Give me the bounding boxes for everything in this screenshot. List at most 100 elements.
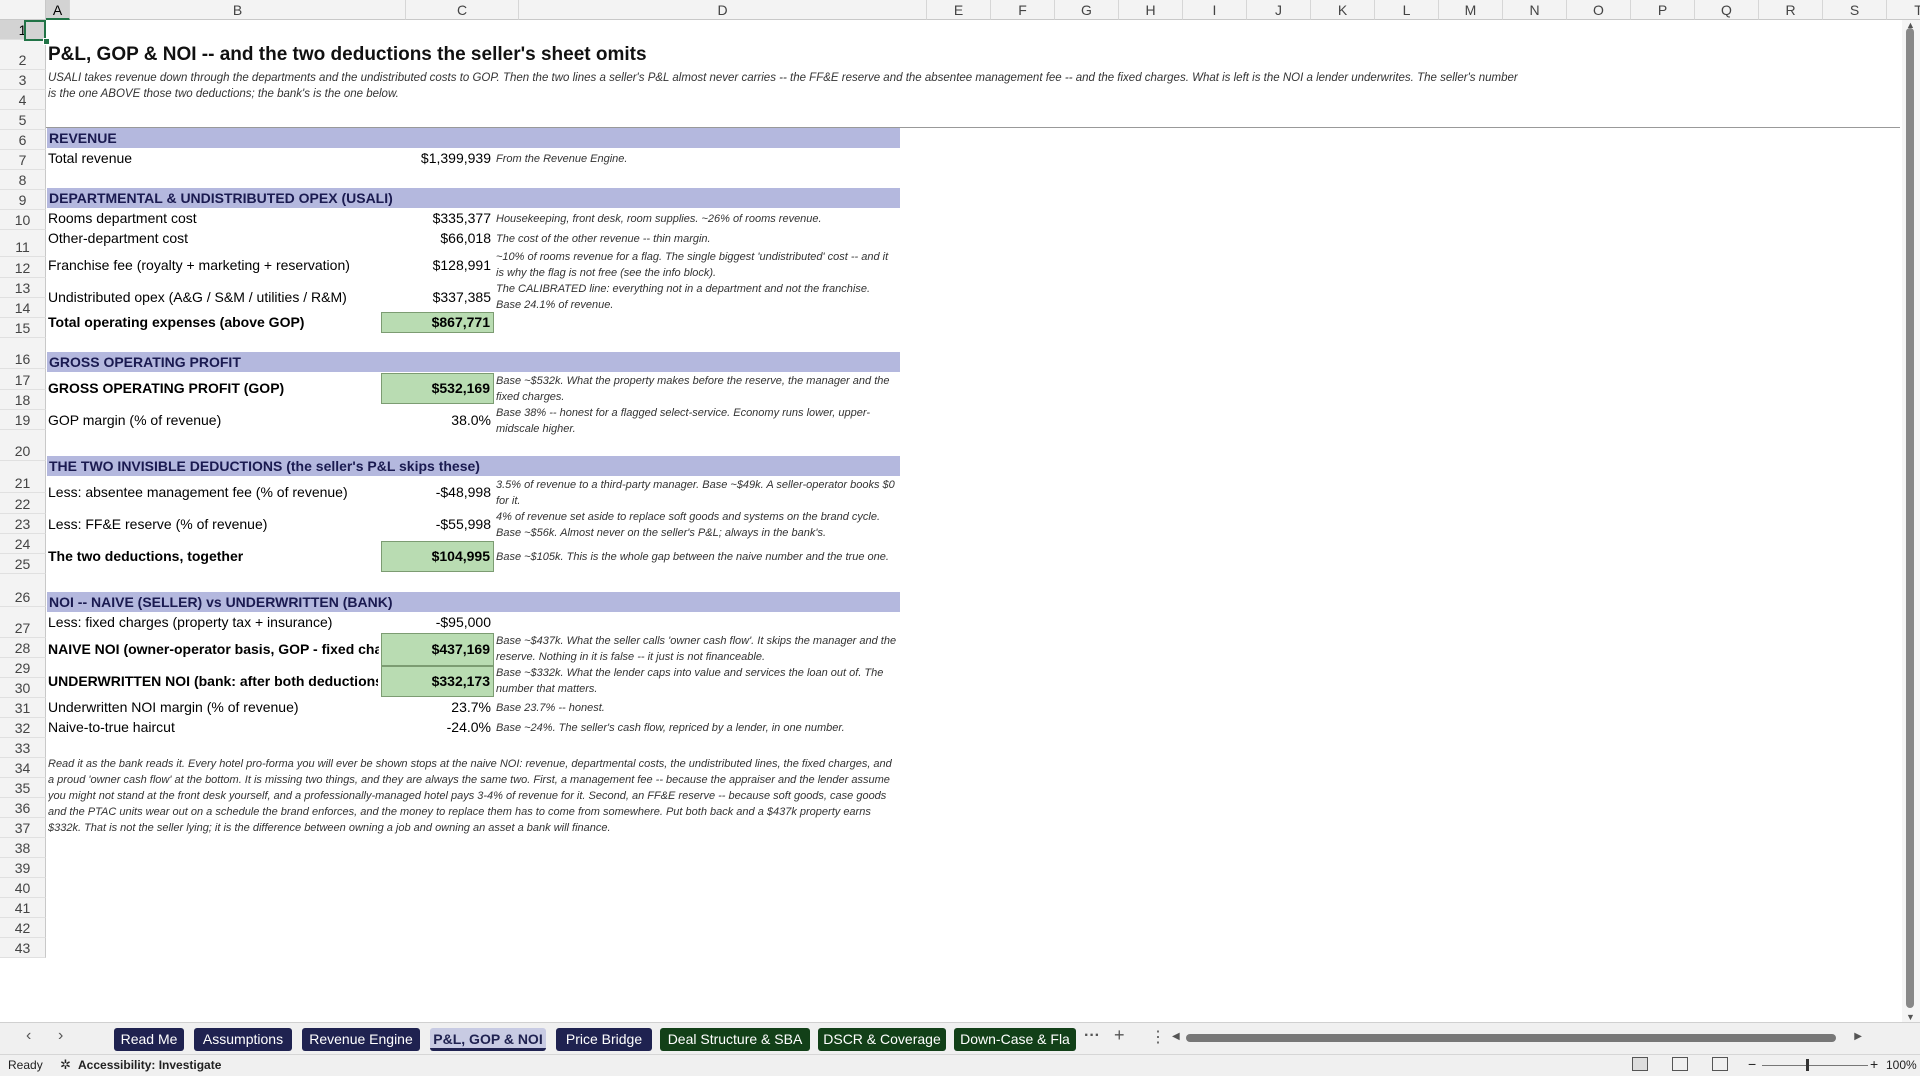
vertical-scrollbar[interactable]: ▲ ▼ — [1902, 20, 1920, 1022]
value-two-deductions[interactable]: $104,995 — [381, 541, 494, 572]
row-header-14[interactable]: 14 — [0, 298, 46, 318]
row-header-28[interactable]: 28 — [0, 638, 46, 658]
row-header-24[interactable]: 24 — [0, 534, 46, 554]
label-two-deductions[interactable]: The two deductions, together — [48, 547, 378, 567]
label-undistributed-opex[interactable]: Undistributed opex (A&G / S&M / utilitie… — [48, 288, 378, 308]
value-haircut[interactable]: -24.0% — [381, 718, 494, 738]
scroll-down-icon[interactable]: ▼ — [1906, 1012, 1915, 1022]
accessibility-status[interactable]: Accessibility: Investigate — [78, 1058, 221, 1072]
row-header-12[interactable]: 12 — [0, 257, 46, 278]
row-header-30[interactable]: 30 — [0, 678, 46, 698]
scroll-left-icon[interactable]: ◀ — [1172, 1031, 1180, 1042]
label-naive-noi[interactable]: NAIVE NOI (owner-operator basis, GOP - f… — [48, 640, 379, 660]
horizontal-scroll-thumb[interactable] — [1186, 1034, 1836, 1042]
page-layout-view-icon[interactable] — [1672, 1057, 1688, 1071]
row-header-42[interactable]: 42 — [0, 918, 46, 938]
column-header-h[interactable]: H — [1119, 0, 1183, 20]
tab-deal-structure-sba[interactable]: Deal Structure & SBA — [660, 1028, 810, 1051]
column-header-o[interactable]: O — [1567, 0, 1631, 20]
row-header-35[interactable]: 35 — [0, 778, 46, 798]
row-header-7[interactable]: 7 — [0, 150, 46, 170]
row-header-6[interactable]: 6 — [0, 130, 46, 150]
label-management-fee[interactable]: Less: absentee management fee (% of reve… — [48, 483, 378, 503]
horizontal-scrollbar[interactable]: ◀ ▶ — [1172, 1031, 1862, 1045]
row-header-31[interactable]: 31 — [0, 698, 46, 718]
column-header-j[interactable]: J — [1247, 0, 1311, 20]
row-header-39[interactable]: 39 — [0, 858, 46, 878]
row-header-19[interactable]: 19 — [0, 410, 46, 430]
row-header-3[interactable]: 3 — [0, 70, 46, 90]
tab-dscr-coverage[interactable]: DSCR & Coverage — [818, 1028, 946, 1051]
row-header-16[interactable]: 16 — [0, 338, 46, 369]
value-total-revenue[interactable]: $1,399,939 — [381, 149, 494, 169]
row-header-13[interactable]: 13 — [0, 278, 46, 298]
page-break-view-icon[interactable] — [1712, 1057, 1728, 1071]
row-header-40[interactable]: 40 — [0, 878, 46, 898]
tab-options-icon[interactable]: ⋮ — [1150, 1027, 1166, 1047]
label-rooms-dept-cost[interactable]: Rooms department cost — [48, 209, 378, 229]
row-header-20[interactable]: 20 — [0, 430, 46, 461]
row-header-37[interactable]: 37 — [0, 818, 46, 838]
row-header-9[interactable]: 9 — [0, 190, 46, 210]
row-header-21[interactable]: 21 — [0, 461, 46, 493]
row-header-36[interactable]: 36 — [0, 798, 46, 818]
column-header-m[interactable]: M — [1439, 0, 1503, 20]
value-noi-margin[interactable]: 23.7% — [381, 698, 494, 718]
label-gop-margin[interactable]: GOP margin (% of revenue) — [48, 411, 378, 431]
tab-read-me[interactable]: Read Me — [114, 1028, 184, 1051]
tab-assumptions[interactable]: Assumptions — [194, 1028, 292, 1051]
label-ffe-reserve[interactable]: Less: FF&E reserve (% of revenue) — [48, 515, 378, 535]
label-total-revenue[interactable]: Total revenue — [48, 149, 378, 169]
column-header-l[interactable]: L — [1375, 0, 1439, 20]
tab-revenue-engine[interactable]: Revenue Engine — [302, 1028, 420, 1051]
tab-down-case[interactable]: Down-Case & Fla — [954, 1028, 1076, 1051]
row-header-10[interactable]: 10 — [0, 210, 46, 230]
value-rooms-dept-cost[interactable]: $335,377 — [381, 209, 494, 229]
value-undistributed-opex[interactable]: $337,385 — [381, 288, 494, 308]
tab-pl-gop-noi[interactable]: P&L, GOP & NOI — [430, 1028, 546, 1051]
zoom-level[interactable]: 100% — [1886, 1058, 1917, 1072]
row-header-38[interactable]: 38 — [0, 838, 46, 858]
column-header-b[interactable]: B — [70, 0, 406, 20]
value-management-fee[interactable]: -$48,998 — [381, 483, 494, 503]
column-header-q[interactable]: Q — [1695, 0, 1759, 20]
row-header-15[interactable]: 15 — [0, 318, 46, 338]
select-all-corner[interactable] — [0, 0, 46, 20]
row-header-26[interactable]: 26 — [0, 574, 46, 607]
column-header-r[interactable]: R — [1759, 0, 1823, 20]
row-header-41[interactable]: 41 — [0, 898, 46, 918]
column-header-g[interactable]: G — [1055, 0, 1119, 20]
row-header-2[interactable]: 2 — [0, 40, 46, 70]
row-header-5[interactable]: 5 — [0, 110, 46, 130]
label-other-dept-cost[interactable]: Other-department cost — [48, 229, 378, 249]
scroll-right-icon[interactable]: ▶ — [1854, 1031, 1862, 1042]
row-header-33[interactable]: 33 — [0, 738, 46, 758]
row-header-17[interactable]: 17 — [0, 369, 46, 390]
accessibility-icon[interactable]: ✲ — [60, 1057, 71, 1073]
row-header-8[interactable]: 8 — [0, 170, 46, 190]
zoom-slider[interactable] — [1762, 1065, 1868, 1066]
label-gop[interactable]: GROSS OPERATING PROFIT (GOP) — [48, 379, 378, 399]
row-header-29[interactable]: 29 — [0, 658, 46, 678]
row-header-43[interactable]: 43 — [0, 938, 46, 958]
value-ffe-reserve[interactable]: -$55,998 — [381, 515, 494, 535]
column-header-t[interactable]: T — [1887, 0, 1920, 20]
vertical-scroll-thumb[interactable] — [1906, 28, 1914, 1008]
value-franchise-fee[interactable]: $128,991 — [381, 256, 494, 276]
value-fixed-charges[interactable]: -$95,000 — [381, 613, 494, 633]
tab-scroll-right-icon[interactable]: › — [58, 1027, 63, 1045]
tab-scroll-left-icon[interactable]: ‹ — [26, 1027, 31, 1045]
column-header-e[interactable]: E — [927, 0, 991, 20]
row-header-11[interactable]: 11 — [0, 230, 46, 257]
row-header-32[interactable]: 32 — [0, 718, 46, 738]
zoom-in-icon[interactable]: + — [1870, 1056, 1878, 1072]
value-other-dept-cost[interactable]: $66,018 — [381, 229, 494, 249]
row-header-34[interactable]: 34 — [0, 758, 46, 778]
column-header-c[interactable]: C — [406, 0, 519, 20]
tab-price-bridge[interactable]: Price Bridge — [556, 1028, 652, 1051]
label-franchise-fee[interactable]: Franchise fee (royalty + marketing + res… — [48, 256, 378, 276]
value-underwritten-noi[interactable]: $332,173 — [381, 666, 494, 697]
value-gop-margin[interactable]: 38.0% — [381, 411, 494, 431]
zoom-out-icon[interactable]: − — [1748, 1056, 1756, 1072]
column-header-i[interactable]: I — [1183, 0, 1247, 20]
